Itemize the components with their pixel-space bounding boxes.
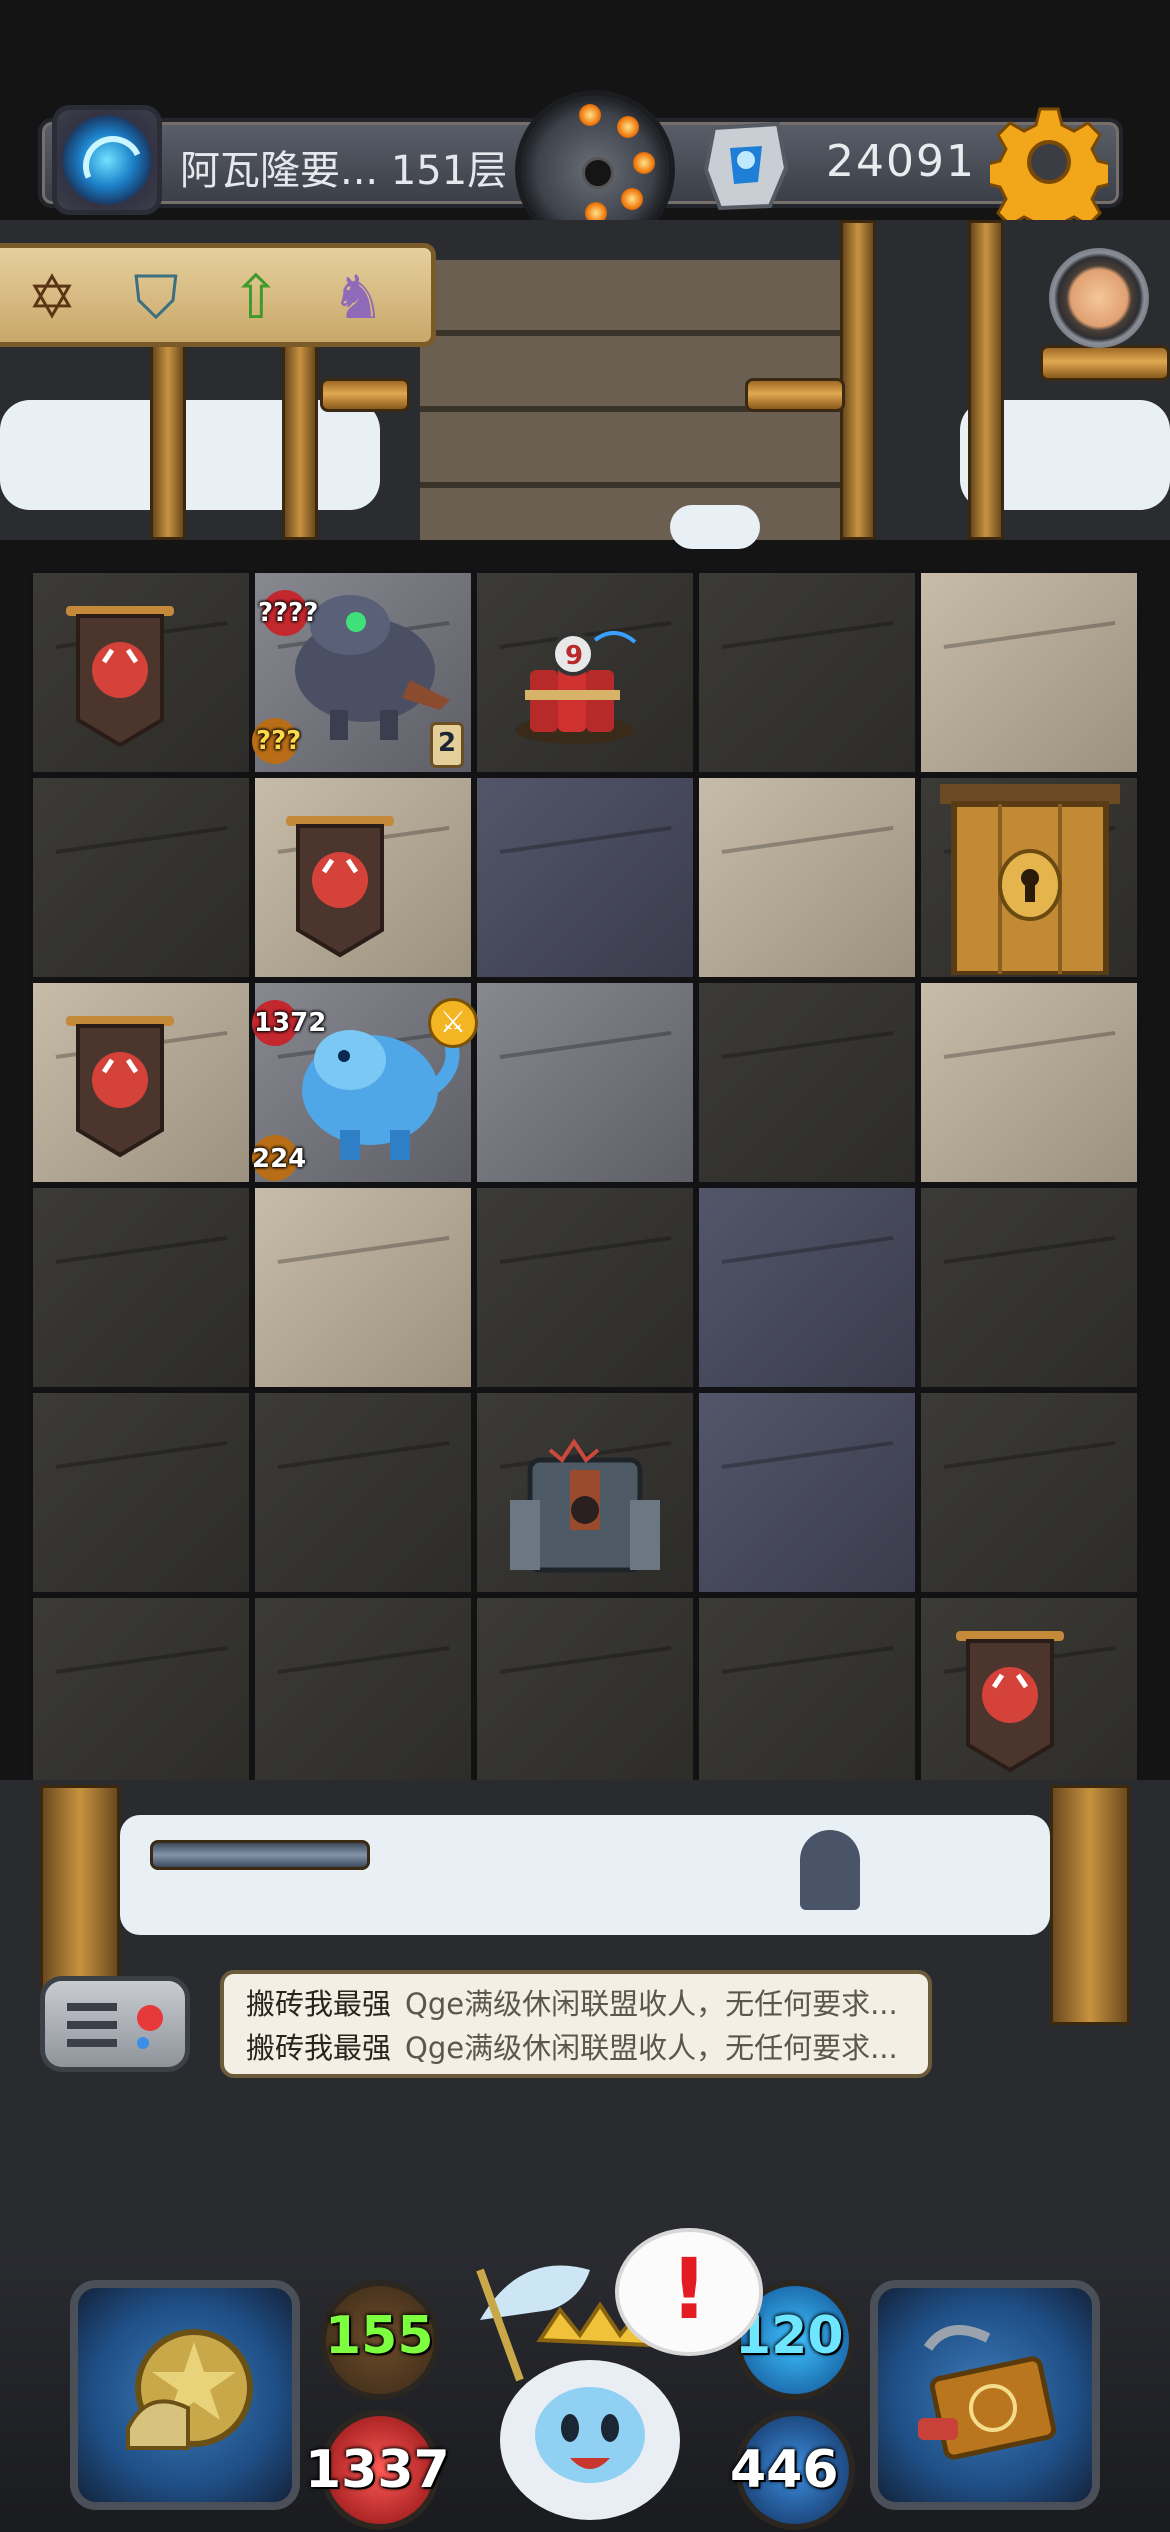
chat-sender: 搬砖我最强 xyxy=(246,1987,392,2021)
player-attack: 155 xyxy=(325,2306,434,2366)
companion-avatar[interactable] xyxy=(1049,248,1149,348)
chat-messages[interactable]: 搬砖我最强 Qge满级休闲联盟收人，无任何要求... 搬砖我最强 Qge满级休闲联盟… xyxy=(220,1970,932,2078)
helmet-shield-icon xyxy=(126,2329,253,2450)
floor-tile[interactable] xyxy=(696,570,918,775)
floor-tile[interactable] xyxy=(918,980,1140,1185)
settings-gear-icon[interactable] xyxy=(990,103,1108,221)
snow-pile xyxy=(0,400,380,510)
floor-tile[interactable] xyxy=(30,1595,252,1800)
gem-count: 24091 xyxy=(826,136,976,187)
gem-icon[interactable] xyxy=(700,118,792,214)
winged-crest-icon[interactable]: ♞ xyxy=(320,260,396,336)
pipe xyxy=(320,378,410,412)
equipment-button[interactable] xyxy=(70,2280,300,2510)
floor-tile[interactable] xyxy=(918,570,1140,775)
brass-pillar xyxy=(968,220,1004,540)
buff-bar: ✡ ⛉ ⇧ ♞ xyxy=(0,243,436,347)
floor-tile[interactable] xyxy=(918,1185,1140,1390)
arrow-up-icon[interactable]: ⇧ xyxy=(218,260,294,336)
brass-pillar xyxy=(840,220,876,540)
floor-tile[interactable] xyxy=(474,1185,696,1390)
monster-hp: ???? xyxy=(258,598,319,628)
floor-tile[interactable] xyxy=(696,1390,918,1595)
player-mana: 446 xyxy=(730,2440,839,2500)
sword-icon[interactable]: ⚔ xyxy=(428,998,478,1048)
floor-tile[interactable] xyxy=(30,1390,252,1595)
dungeon-board: ???? ??? 2 9 1372 224 ⚔ xyxy=(30,570,1140,1800)
monster-attack: 224 xyxy=(252,1144,307,1174)
floor-tile[interactable] xyxy=(30,775,252,980)
floor-tile[interactable] xyxy=(474,1595,696,1800)
chat-text: Qge满级休闲联盟收人，无任何要求... xyxy=(405,2031,898,2065)
floor-tile[interactable] xyxy=(474,775,696,980)
pipe xyxy=(150,1840,370,1870)
brass-pillar xyxy=(150,340,186,540)
monster-attack: ??? xyxy=(256,726,302,756)
spellbook-button[interactable] xyxy=(870,2280,1100,2510)
chat-sender: 搬砖我最强 xyxy=(246,2031,392,2065)
floor-tile[interactable] xyxy=(696,980,918,1185)
snow-ledge xyxy=(120,1815,1050,1935)
altar-machine-icon[interactable] xyxy=(500,1430,670,1580)
locked-door-icon[interactable] xyxy=(930,780,1130,975)
svg-text:9: 9 xyxy=(565,641,583,671)
brass-pillar xyxy=(1050,1785,1130,2025)
floor-tile[interactable] xyxy=(696,1595,918,1800)
snow-pile xyxy=(670,505,760,549)
brass-pillar xyxy=(282,340,318,540)
enemy-banner-icon[interactable] xyxy=(60,600,180,750)
shield-icon[interactable]: ⛉ xyxy=(118,260,194,336)
floor-tile[interactable] xyxy=(696,1185,918,1390)
alert-bubble[interactable]: ! xyxy=(615,2228,763,2356)
floor-tile[interactable] xyxy=(918,1390,1140,1595)
chat-text: Qge满级休闲联盟收人，无任何要求... xyxy=(405,1987,898,2021)
hexagram-icon[interactable]: ✡ xyxy=(14,260,90,336)
alert-icon: ! xyxy=(669,2240,709,2338)
floor-label: 阿瓦隆要... 151层 xyxy=(180,148,508,194)
chat-menu-button[interactable] xyxy=(40,1976,190,2072)
portal-icon[interactable] xyxy=(52,105,162,215)
dynamite-bundle-icon[interactable]: 9 xyxy=(505,620,655,750)
chat-message: 搬砖我最强 Qge满级休闲联盟收人，无任何要求... xyxy=(246,2026,906,2070)
vent-pipe xyxy=(800,1830,860,1910)
chat-panel: 搬砖我最强 Qge满级休闲联盟收人，无任何要求... 搬砖我最强 Qge满级休闲联盟… xyxy=(40,1970,940,2080)
floor-tile[interactable] xyxy=(252,1185,474,1390)
floor-tile[interactable] xyxy=(252,1595,474,1800)
enemy-banner-icon[interactable] xyxy=(280,810,400,960)
monster-hp: 1372 xyxy=(254,1008,327,1038)
chat-message: 搬砖我最强 Qge满级休闲联盟收人，无任何要求... xyxy=(246,1982,906,2026)
enemy-banner-icon[interactable] xyxy=(60,1010,180,1160)
floor-tile[interactable] xyxy=(252,1390,474,1595)
pipe xyxy=(1040,345,1170,381)
enemy-banner-icon[interactable] xyxy=(950,1625,1070,1775)
bomb-icon xyxy=(582,157,614,189)
spellbook-icon xyxy=(918,2325,1057,2460)
floor-tile[interactable] xyxy=(30,1185,252,1390)
floor-tile[interactable] xyxy=(696,775,918,980)
monster-level: 2 xyxy=(438,728,457,758)
floor-tile[interactable] xyxy=(474,980,696,1185)
pipe xyxy=(745,378,845,412)
